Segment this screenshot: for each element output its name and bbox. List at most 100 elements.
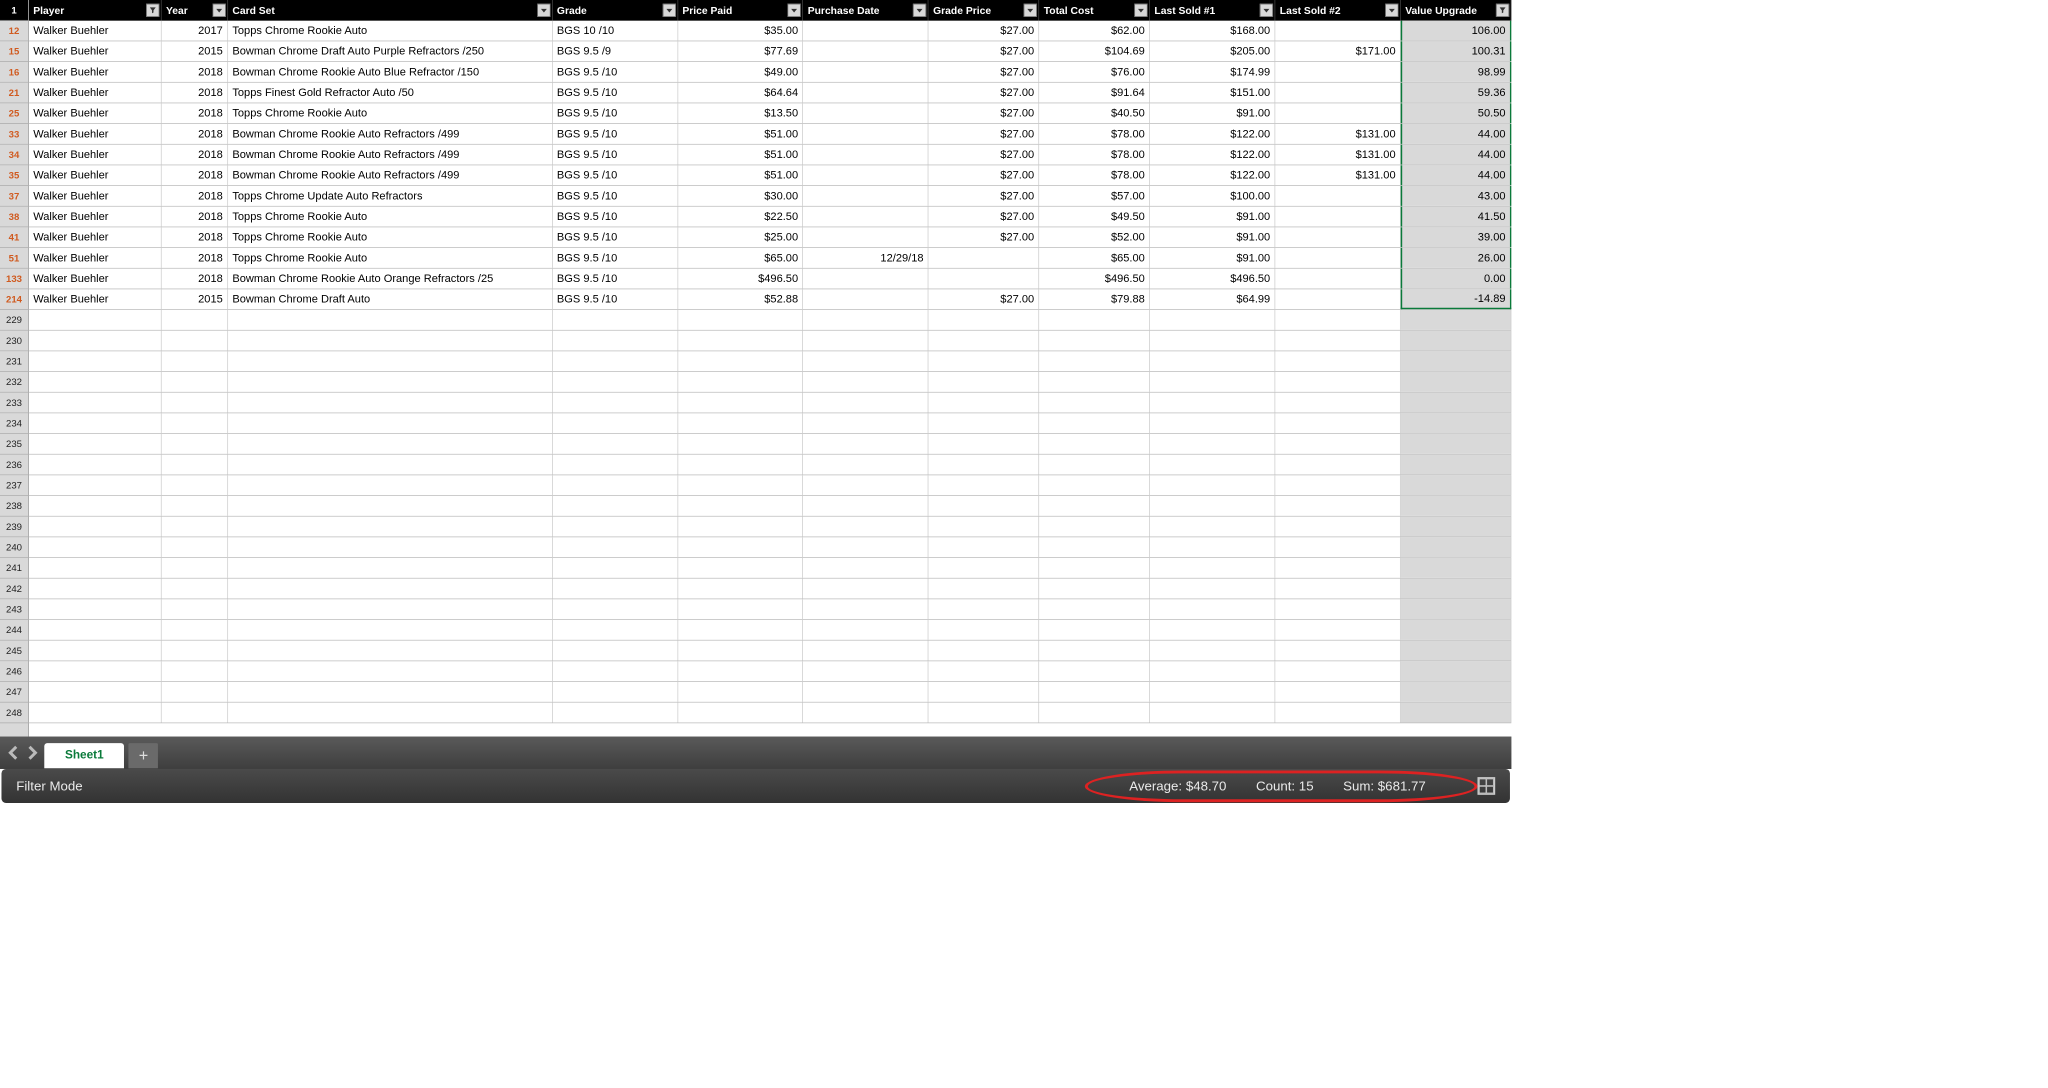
cell-player[interactable]: Walker Buehler — [29, 289, 162, 309]
cell-cardset[interactable]: Topps Chrome Update Auto Refractors — [228, 186, 553, 206]
prev-sheet-button[interactable] — [6, 745, 21, 760]
cell-empty[interactable] — [1150, 393, 1275, 413]
cell-empty[interactable] — [552, 496, 677, 516]
cell-empty[interactable] — [162, 703, 228, 723]
cell-empty[interactable] — [1401, 455, 1512, 475]
cell-ls2[interactable] — [1275, 227, 1400, 247]
cell-pdate[interactable] — [803, 62, 928, 82]
cell-ls2[interactable] — [1275, 103, 1400, 123]
cell-empty[interactable] — [552, 413, 677, 433]
cell-vup[interactable]: 98.99 — [1401, 62, 1512, 82]
row-header[interactable]: 238 — [0, 496, 28, 517]
cell-year[interactable]: 2018 — [162, 103, 228, 123]
filter-dropdown-icon[interactable] — [1134, 4, 1147, 17]
row-header[interactable]: 243 — [0, 599, 28, 620]
cell-empty[interactable] — [552, 475, 677, 495]
cell-empty[interactable] — [552, 372, 677, 392]
filter-dropdown-icon[interactable] — [1260, 4, 1273, 17]
cell-empty[interactable] — [803, 310, 928, 330]
cell-cardset[interactable]: Bowman Chrome Draft Auto Purple Refracto… — [228, 41, 553, 61]
cell-price[interactable]: $51.00 — [678, 145, 803, 165]
cell-price[interactable]: $30.00 — [678, 186, 803, 206]
cell-empty[interactable] — [1150, 661, 1275, 681]
cell-vup[interactable]: 26.00 — [1401, 248, 1512, 268]
row-header[interactable]: 231 — [0, 351, 28, 372]
cell-empty[interactable] — [1150, 620, 1275, 640]
cell-empty[interactable] — [678, 579, 803, 599]
cell-empty[interactable] — [1275, 620, 1400, 640]
cell-price[interactable]: $25.00 — [678, 227, 803, 247]
cell-empty[interactable] — [803, 703, 928, 723]
cell-empty[interactable] — [29, 331, 162, 351]
row-header[interactable]: 16 — [0, 62, 28, 83]
cell-empty[interactable] — [552, 599, 677, 619]
cell-empty[interactable] — [1275, 641, 1400, 661]
cell-empty[interactable] — [29, 599, 162, 619]
row-header[interactable]: 233 — [0, 393, 28, 414]
cell-empty[interactable] — [552, 620, 677, 640]
cell-empty[interactable] — [1401, 393, 1512, 413]
cell-pdate[interactable] — [803, 186, 928, 206]
cell-gprice[interactable]: $27.00 — [929, 124, 1040, 144]
cell-gprice[interactable]: $27.00 — [929, 165, 1040, 185]
cell-empty[interactable] — [29, 455, 162, 475]
cell-empty[interactable] — [162, 351, 228, 371]
cell-vup[interactable]: 44.00 — [1401, 124, 1512, 144]
row-header[interactable]: 230 — [0, 331, 28, 352]
row-header[interactable]: 239 — [0, 517, 28, 538]
filter-active-icon[interactable] — [146, 4, 159, 17]
cell-vup[interactable]: 41.50 — [1401, 207, 1512, 227]
cell-empty[interactable] — [1275, 434, 1400, 454]
cell-empty[interactable] — [29, 496, 162, 516]
cell-pdate[interactable] — [803, 165, 928, 185]
cell-empty[interactable] — [1150, 372, 1275, 392]
cell-empty[interactable] — [29, 661, 162, 681]
cell-empty[interactable] — [162, 372, 228, 392]
cell-empty[interactable] — [228, 661, 553, 681]
cell-year[interactable]: 2015 — [162, 41, 228, 61]
cell-tcost[interactable]: $104.69 — [1039, 41, 1150, 61]
cell-gprice[interactable]: $27.00 — [929, 41, 1040, 61]
row-header[interactable]: 15 — [0, 41, 28, 62]
cell-empty[interactable] — [1275, 413, 1400, 433]
cell-empty[interactable] — [678, 682, 803, 702]
cell-empty[interactable] — [162, 310, 228, 330]
cell-player[interactable]: Walker Buehler — [29, 124, 162, 144]
cell-empty[interactable] — [929, 496, 1040, 516]
cell-empty[interactable] — [929, 475, 1040, 495]
cell-empty[interactable] — [29, 393, 162, 413]
cell-empty[interactable] — [678, 703, 803, 723]
cell-empty[interactable] — [803, 682, 928, 702]
cell-empty[interactable] — [1275, 661, 1400, 681]
cell-ls1[interactable]: $122.00 — [1150, 124, 1275, 144]
cell-empty[interactable] — [162, 537, 228, 557]
cell-empty[interactable] — [228, 393, 553, 413]
cell-empty[interactable] — [162, 455, 228, 475]
cell-empty[interactable] — [1150, 475, 1275, 495]
cell-empty[interactable] — [162, 599, 228, 619]
cell-empty[interactable] — [1150, 682, 1275, 702]
cell-ls1[interactable]: $100.00 — [1150, 186, 1275, 206]
cell-empty[interactable] — [1401, 703, 1512, 723]
cell-cardset[interactable]: Topps Chrome Rookie Auto — [228, 21, 553, 41]
cell-empty[interactable] — [1039, 393, 1150, 413]
cell-empty[interactable] — [1275, 393, 1400, 413]
cell-empty[interactable] — [1275, 537, 1400, 557]
filter-dropdown-icon[interactable] — [1024, 4, 1037, 17]
cell-empty[interactable] — [929, 331, 1040, 351]
cell-empty[interactable] — [1039, 517, 1150, 537]
cell-empty[interactable] — [228, 703, 553, 723]
cell-ls1[interactable]: $91.00 — [1150, 248, 1275, 268]
cell-empty[interactable] — [1039, 310, 1150, 330]
cell-empty[interactable] — [929, 682, 1040, 702]
cell-gprice[interactable]: $27.00 — [929, 62, 1040, 82]
cell-empty[interactable] — [929, 620, 1040, 640]
cell-empty[interactable] — [678, 661, 803, 681]
cell-empty[interactable] — [228, 413, 553, 433]
cell-year[interactable]: 2018 — [162, 83, 228, 103]
cell-tcost[interactable]: $52.00 — [1039, 227, 1150, 247]
cell-vup[interactable]: 44.00 — [1401, 145, 1512, 165]
cell-empty[interactable] — [228, 310, 553, 330]
cell-empty[interactable] — [929, 537, 1040, 557]
cell-empty[interactable] — [1039, 496, 1150, 516]
